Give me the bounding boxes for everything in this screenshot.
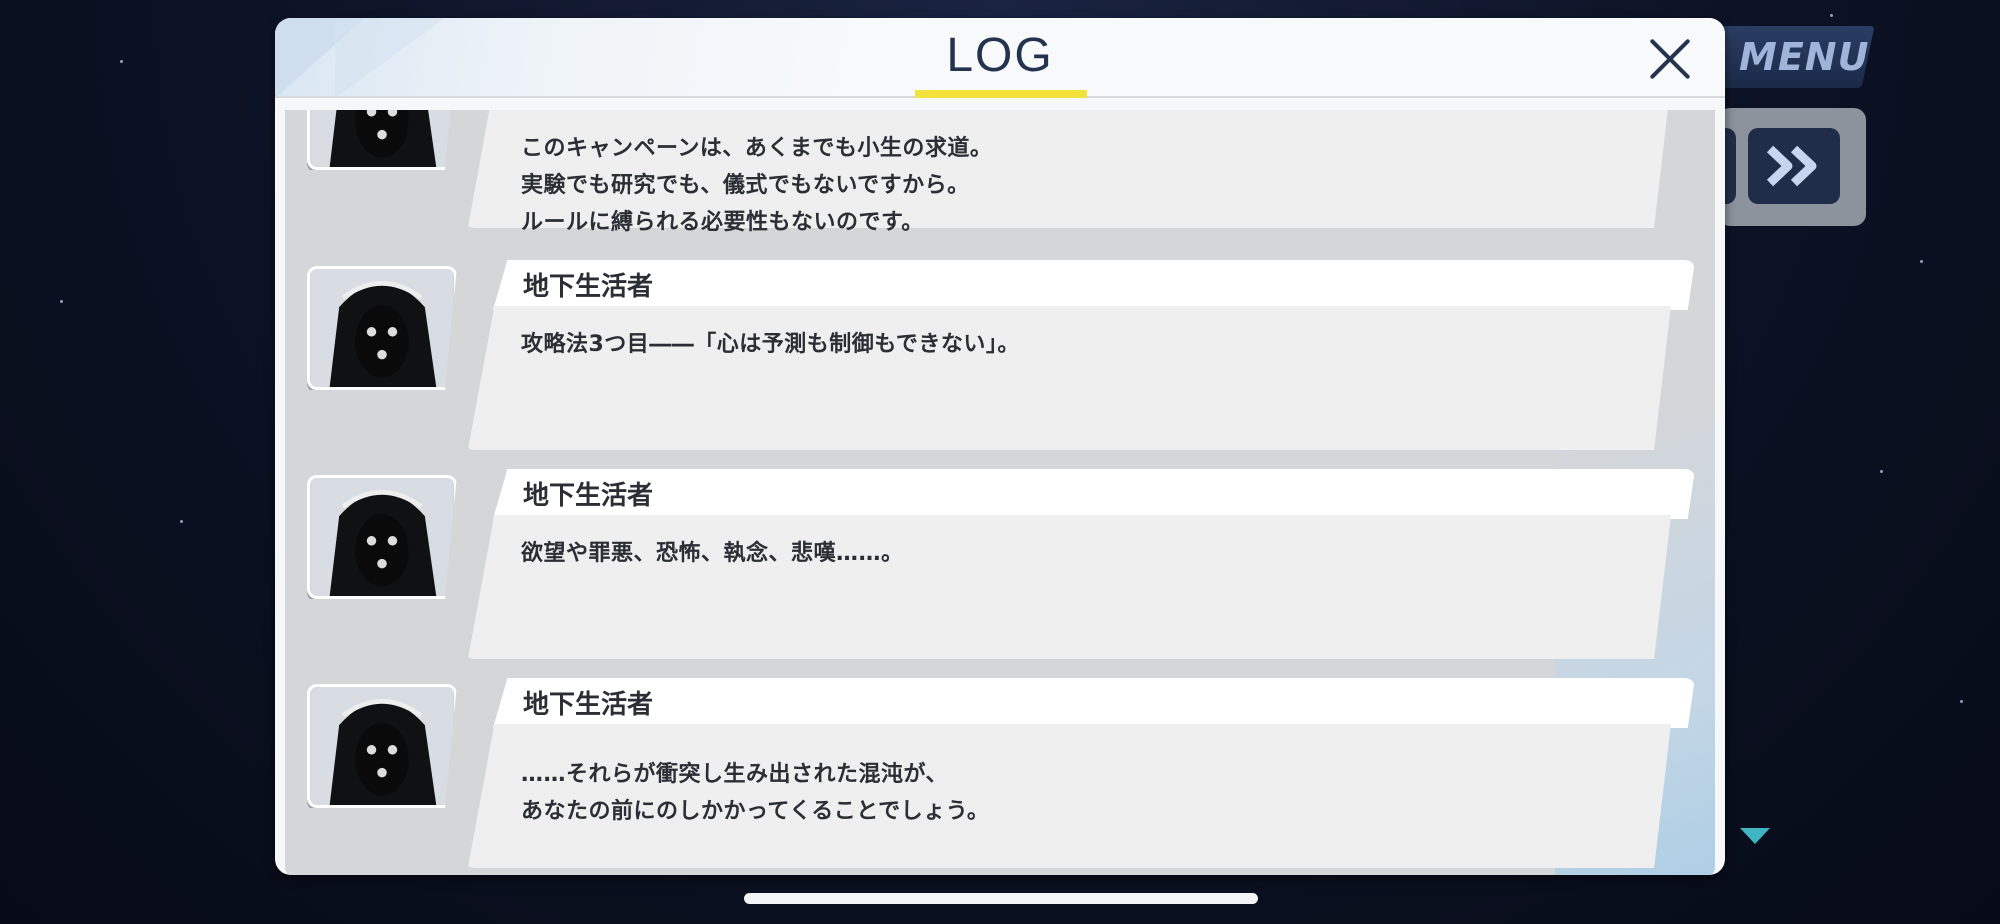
speaker-name: 地下生活者 [523, 272, 654, 302]
dialogue-line: あなたの前にのしかかってくることでしょう。 [521, 799, 990, 824]
star [180, 520, 183, 523]
log-entry: 地下生活者 ……それらが衝突し生み出された混沌が、 あなたの前にのしかかってくる… [285, 678, 1715, 875]
dialogue-line: 欲望や罪悪、恐怖、執念、悲嘆……。 [521, 541, 904, 566]
fast-forward-icon [1766, 145, 1817, 187]
star [1920, 260, 1923, 263]
speaker-avatar [307, 266, 457, 390]
fast-forward-button[interactable] [1748, 128, 1840, 204]
log-modal: LOG このキャンペーンは、あくまでも小生の求道。 実験でも研究でも、儀式でもな… [275, 18, 1725, 875]
star [60, 300, 63, 303]
dialogue-line: ルールに縛られる必要性もないのです。 [521, 210, 924, 235]
dialogue-line: 攻略法3つ目――「心は予測も制御もできない」。 [521, 332, 1020, 357]
speaker-avatar [307, 110, 457, 170]
speaker-name: 地下生活者 [523, 481, 654, 511]
dialogue-line: 実験でも研究でも、儀式でもないですから。 [521, 173, 970, 198]
log-title: LOG [946, 29, 1054, 82]
home-indicator[interactable] [744, 893, 1258, 904]
log-entry: 地下生活者 攻略法3つ目――「心は予測も制御もできない」。 [285, 260, 1715, 460]
star [1830, 14, 1833, 17]
title-underline [915, 90, 1087, 98]
log-entry: 地下生活者 欲望や罪悪、恐怖、執念、悲嘆……。 [285, 469, 1715, 669]
scroll-down-indicator-icon [1740, 828, 1770, 844]
speaker-avatar [307, 475, 457, 599]
dialogue-line: ……それらが衝突し生み出された混沌が、 [521, 762, 949, 787]
star [120, 60, 123, 63]
log-header: LOG [275, 18, 1725, 98]
close-button[interactable] [1641, 30, 1699, 88]
speaker-avatar [307, 684, 457, 808]
log-entry: このキャンペーンは、あくまでも小生の求道。 実験でも研究でも、儀式でもないですか… [285, 110, 1715, 240]
star [1960, 700, 1963, 703]
dialogue-line: このキャンペーンは、あくまでも小生の求道。 [521, 136, 993, 161]
star [1880, 470, 1883, 473]
speaker-name: 地下生活者 [523, 690, 654, 720]
speaker-name-plate [493, 678, 1695, 728]
speaker-name-plate [493, 260, 1695, 310]
speaker-name-plate [493, 469, 1695, 519]
log-list[interactable]: このキャンペーンは、あくまでも小生の求道。 実験でも研究でも、儀式でもないですか… [285, 110, 1715, 875]
